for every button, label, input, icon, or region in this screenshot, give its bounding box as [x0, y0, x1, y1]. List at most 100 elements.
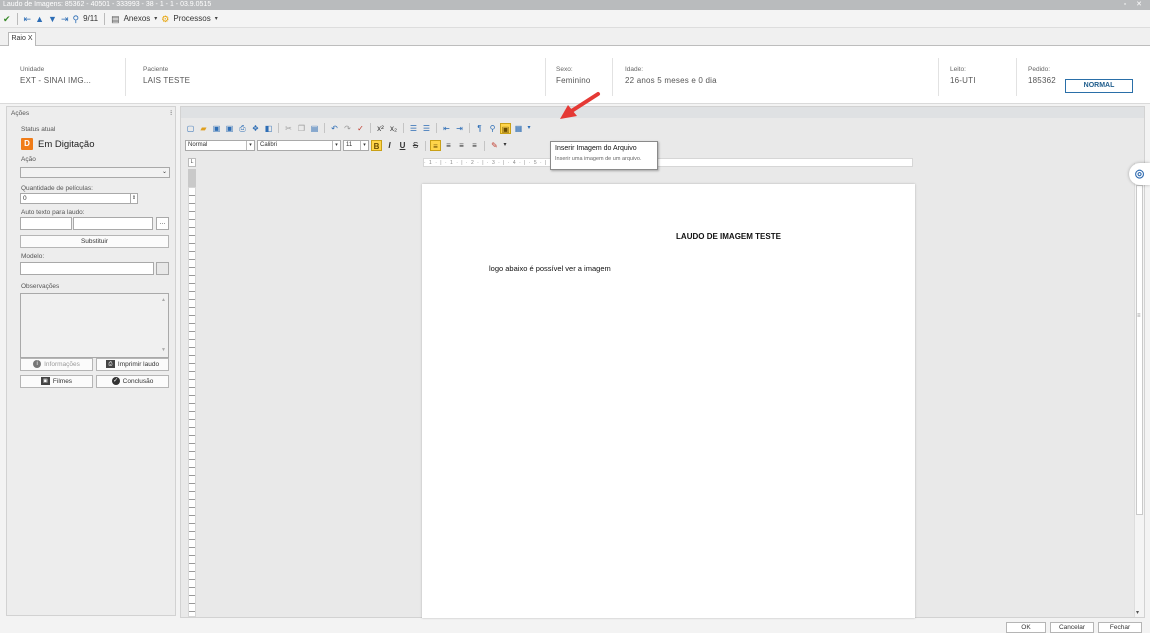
cut-icon[interactable]: ✂ — [283, 123, 294, 134]
modelo-button[interactable] — [156, 262, 169, 275]
acao-select[interactable]: ⌄ — [20, 167, 170, 178]
vertical-ruler[interactable] — [188, 187, 196, 617]
unidade-label: Unidade — [20, 66, 45, 73]
observacoes-textarea[interactable]: ▲ ▼ — [20, 293, 169, 358]
save-check-icon[interactable]: ✔ — [3, 13, 11, 25]
binoculars-icon[interactable]: ⚲ — [72, 13, 79, 25]
info-icon: i — [33, 360, 42, 369]
scroll-down-icon[interactable]: ▾ — [1136, 609, 1139, 616]
previous-record-icon[interactable]: ▲ — [35, 13, 44, 25]
align-left-icon[interactable]: ≡ — [430, 140, 441, 151]
first-record-icon[interactable]: ⇤ — [24, 13, 32, 25]
autotexto-description-input[interactable] — [73, 217, 153, 230]
chevron-down-icon[interactable]: ▾ — [502, 140, 508, 151]
decrease-indent-icon[interactable]: ⇤ — [441, 123, 452, 134]
scroll-down-icon[interactable]: ▼ — [161, 346, 166, 355]
justify-icon[interactable]: ≡ — [469, 140, 480, 151]
close-button[interactable]: Fechar — [1098, 622, 1142, 633]
filmes-label: Filmes — [52, 378, 73, 385]
open-folder-icon[interactable]: ▰ — [198, 123, 209, 134]
anexos-menu[interactable]: Anexos — [124, 14, 151, 23]
print-preview-icon[interactable]: ❖ — [250, 123, 261, 134]
ok-button[interactable]: OK — [1006, 622, 1046, 633]
scrollbar-grip-icon: ≡ — [1137, 313, 1141, 319]
align-right-icon[interactable]: ≡ — [456, 140, 467, 151]
document-paragraph[interactable]: logo abaixo é possível ver a imagem — [489, 264, 611, 273]
save-as-icon[interactable]: ▣ — [224, 123, 235, 134]
style-select[interactable]: Normal ▾ — [185, 140, 255, 151]
chevron-down-icon[interactable]: ▾ — [526, 123, 532, 134]
find-icon[interactable]: ⚲ — [487, 123, 498, 134]
next-record-icon[interactable]: ▼ — [48, 13, 57, 25]
scrollbar-thumb[interactable] — [1136, 185, 1143, 515]
window-title: Laudo de Imagens: 85362 - 40501 - 333993… — [3, 1, 212, 8]
modelo-input[interactable] — [20, 262, 154, 275]
annotation-arrow-icon — [560, 92, 600, 119]
insert-table-icon[interactable]: ▦ — [513, 123, 524, 134]
insert-image-icon[interactable]: ▣ — [500, 122, 511, 134]
divider — [545, 58, 546, 96]
bullet-list-icon[interactable]: ☰ — [408, 123, 419, 134]
new-document-icon[interactable]: ▢ — [185, 123, 196, 134]
conclusao-button[interactable]: ✓ Conclusão — [96, 375, 169, 388]
italic-icon[interactable]: I — [384, 140, 395, 151]
imprimir-laudo-button[interactable]: ⎙ Imprimir laudo — [96, 358, 169, 371]
autotexto-code-input[interactable] — [20, 217, 72, 230]
window-controls[interactable]: ▫ ✕ — [1124, 0, 1146, 10]
chevron-down-icon[interactable]: ▾ — [154, 13, 157, 25]
printer-icon: ⎙ — [105, 360, 115, 369]
paragraph-icon[interactable]: ¶ — [474, 123, 485, 134]
cancel-button[interactable]: Cancelar — [1050, 622, 1094, 633]
spellcheck-icon[interactable]: ✓ — [355, 123, 366, 134]
subscript-icon[interactable]: x₂ — [388, 123, 399, 134]
toolbar-separator — [370, 123, 371, 133]
autotexto-label: Auto texto para laudo: — [21, 209, 85, 216]
processes-icon[interactable]: ⚙ — [161, 13, 169, 25]
pin-icon[interactable]: ⁝ — [170, 109, 172, 117]
numbered-list-icon[interactable]: ☰ — [421, 123, 432, 134]
strikethrough-icon[interactable]: S — [410, 140, 421, 151]
increase-indent-icon[interactable]: ⇥ — [454, 123, 465, 134]
film-icon: ▣ — [40, 377, 50, 386]
peliculas-input[interactable]: 0 — [20, 193, 133, 204]
print-icon[interactable]: ⎙ — [237, 123, 248, 134]
font-size-value: 11 — [346, 142, 353, 148]
document-page[interactable]: LAUDO DE IMAGEM TESTE logo abaixo é poss… — [422, 184, 915, 618]
align-center-icon[interactable]: ≡ — [443, 140, 454, 151]
last-record-icon[interactable]: ⇥ — [61, 13, 69, 25]
paciente-value: LAIS TESTE — [143, 76, 191, 85]
autotexto-lookup-button[interactable]: … — [156, 217, 169, 230]
redo-icon[interactable]: ↷ — [342, 123, 353, 134]
tab-raio-x[interactable]: Raio X — [8, 32, 36, 46]
scroll-up-icon[interactable]: ▲ — [161, 296, 166, 305]
divider — [1016, 58, 1017, 96]
highlight-color-icon[interactable]: ✎ — [489, 140, 500, 151]
bold-icon[interactable]: B — [371, 140, 382, 151]
peliculas-stepper[interactable]: ⇕ — [130, 193, 138, 204]
export-pdf-icon[interactable]: ◧ — [263, 123, 274, 134]
ruler-tab-selector[interactable]: L — [188, 158, 196, 167]
filmes-button[interactable]: ▣ Filmes — [20, 375, 93, 388]
toolbar-separator — [469, 123, 470, 133]
paste-icon[interactable]: ▤ — [309, 123, 320, 134]
font-size-select[interactable]: 11 ▾ — [343, 140, 369, 151]
underline-icon[interactable]: U — [397, 140, 408, 151]
substituir-button[interactable]: Substituir — [20, 235, 169, 248]
font-select[interactable]: Calibri ▾ — [257, 140, 341, 151]
attachment-icon[interactable]: ▤ — [111, 13, 120, 25]
undo-icon[interactable]: ↶ — [329, 123, 340, 134]
save-icon[interactable]: ▣ — [211, 123, 222, 134]
horizontal-ruler[interactable]: · 1 · | · 1 · | · 2 · | · 3 · | · 4 · | … — [423, 158, 913, 167]
vertical-scrollbar[interactable]: ≡ ▾ — [1134, 163, 1144, 617]
chevron-down-icon: ▾ — [246, 141, 254, 150]
pedido-value: 185362 — [1028, 76, 1056, 85]
chevron-down-icon[interactable]: ▾ — [215, 13, 218, 25]
pedido-field: Pedido: 185362 — [1028, 66, 1056, 85]
copy-icon[interactable]: ❐ — [296, 123, 307, 134]
assistant-widget-icon[interactable]: ◎ — [1129, 163, 1150, 185]
informacoes-button[interactable]: i Informações — [20, 358, 93, 371]
document-title[interactable]: LAUDO DE IMAGEM TESTE — [422, 232, 915, 241]
priority-badge[interactable]: NORMAL — [1065, 79, 1133, 93]
processos-menu[interactable]: Processos — [173, 14, 210, 23]
superscript-icon[interactable]: x² — [375, 123, 386, 134]
